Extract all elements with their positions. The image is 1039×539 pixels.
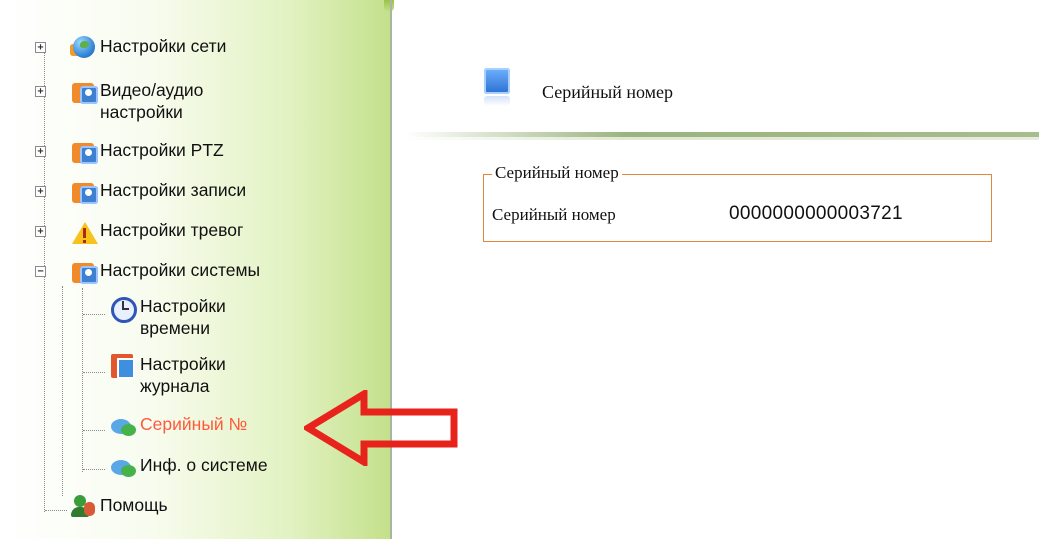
serial-number-groupbox: Серийный номер Серийный номер 0000000000… xyxy=(483,163,992,242)
serial-number-label: Серийный номер xyxy=(492,205,616,224)
sidebar-item-alarms[interactable]: Настройки тревог xyxy=(70,219,243,246)
sidebar-item-help[interactable]: Помощь xyxy=(70,494,168,521)
sidebar-item-serial[interactable]: Серийный № xyxy=(108,413,247,440)
sidebar-item-ptz[interactable]: Настройки PTZ xyxy=(70,139,224,166)
sidebar-collapse-handle[interactable] xyxy=(384,0,394,12)
sidebar-item-label: Настройки PTZ xyxy=(100,140,224,160)
sidebar-item-label: Помощь xyxy=(100,495,168,515)
sidebar-item-system-info[interactable]: Инф. о системе xyxy=(108,454,268,481)
record-icon xyxy=(70,176,100,206)
serial-number-icon xyxy=(482,68,512,110)
page-title: Серийный номер xyxy=(542,82,674,102)
network-globe-icon xyxy=(70,32,100,62)
sidebar-item-label: Настройки времени xyxy=(140,296,226,338)
journal-icon xyxy=(108,350,140,380)
expand-icon[interactable]: + xyxy=(35,146,46,157)
group-legend: Серийный номер xyxy=(492,163,622,183)
sidebar-item-journal[interactable]: Настройки журнала xyxy=(108,353,280,397)
sidebar-item-label: Серийный № xyxy=(140,414,248,434)
tree-connector xyxy=(83,372,105,373)
clock-icon xyxy=(108,292,140,323)
tree-connector xyxy=(83,430,105,431)
serial-number-value: 0000000000003721 xyxy=(729,203,903,224)
expand-icon[interactable]: + xyxy=(35,86,46,97)
sidebar-item-label: Настройки системы xyxy=(100,260,261,280)
sidebar-item-label: Настройки записи xyxy=(100,180,247,200)
sidebar-item-network[interactable]: Настройки сети xyxy=(70,35,226,62)
help-icon xyxy=(70,491,100,521)
ptz-icon xyxy=(70,136,100,166)
system-info-icon xyxy=(108,451,140,481)
expand-icon[interactable]: + xyxy=(35,186,46,197)
sidebar-item-label: Настройки тревог xyxy=(100,220,244,240)
tree-connector xyxy=(83,469,105,470)
sidebar-item-time[interactable]: Настройки времени xyxy=(108,295,280,339)
sidebar-item-label: Инф. о системе xyxy=(140,455,268,475)
sidebar-item-label: Видео/аудио настройки xyxy=(100,80,204,122)
warning-icon xyxy=(70,216,100,246)
sidebar-item-label: Настройки журнала xyxy=(140,354,226,396)
sidebar-item-system[interactable]: Настройки системы xyxy=(70,259,260,286)
tree-line-system xyxy=(82,288,83,472)
expand-icon[interactable]: + xyxy=(35,226,46,237)
header-divider-shadow xyxy=(405,137,1039,140)
tree-connector xyxy=(83,314,105,315)
tree-line-guide xyxy=(62,286,63,496)
collapse-icon[interactable]: − xyxy=(35,266,46,277)
expand-icon[interactable]: + xyxy=(35,42,46,53)
system-icon xyxy=(70,256,100,286)
sidebar-item-label: Настройки сети xyxy=(100,36,227,56)
tree-line-root-lower xyxy=(44,272,45,512)
sidebar-item-recording[interactable]: Настройки записи xyxy=(70,179,246,206)
serial-icon xyxy=(108,410,140,440)
tree-connector xyxy=(45,510,67,511)
pointer-arrow-icon xyxy=(304,390,458,466)
sidebar-item-video-audio[interactable]: Видео/аудио настройки xyxy=(70,79,250,123)
video-audio-icon xyxy=(70,76,100,106)
